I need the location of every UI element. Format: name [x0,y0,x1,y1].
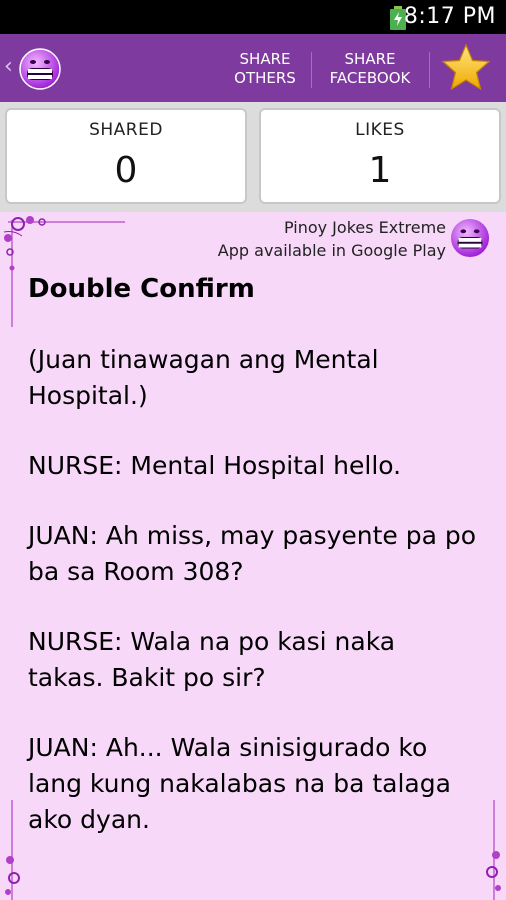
promo-line-2: App available in Google Play [217,241,446,260]
promo-line-1: Pinoy Jokes Extreme [283,218,446,237]
status-bar: 8:17 PM [0,0,506,34]
joke-paragraph: (Juan tinawagan ang Mental Hospital.) [28,345,379,410]
share-others-label-2: OTHERS [234,69,296,87]
share-facebook-button[interactable]: SHARE FACEBOOK [318,46,422,92]
grinning-face-icon [450,218,490,258]
floral-corner-decoration [486,800,501,900]
divider [311,52,312,88]
share-facebook-label-1: SHARE [344,50,396,68]
action-bar: ‹ SHARE OTHERS SHARE FACEBOOK [0,34,506,102]
joke-paragraph: NURSE: Mental Hospital hello. [28,451,402,480]
status-time: 8:17 PM [403,4,496,29]
share-facebook-label-2: FACEBOOK [329,69,411,87]
grinning-face-icon[interactable] [19,48,61,90]
joke-content[interactable]: Pinoy Jokes Extreme App available in Goo… [0,212,506,900]
joke-body: (Juan tinawagan ang Mental Hospital.) NU… [28,342,478,872]
joke-title: Double Confirm [28,274,255,304]
joke-paragraph: JUAN: Ah miss, may pasyente pa po ba sa … [28,521,477,586]
share-others-button[interactable]: SHARE OTHERS [226,46,304,92]
promo-text: Pinoy Jokes Extreme App available in Goo… [218,216,446,262]
chevron-left-icon[interactable]: ‹ [4,54,13,79]
shared-card: SHARED 0 [5,108,247,204]
likes-count: 1 [368,150,392,191]
shared-label: SHARED [89,120,163,140]
floral-corner-decoration [3,216,125,327]
likes-card[interactable]: LIKES 1 [259,108,501,204]
stats-panel: SHARED 0 LIKES 1 [0,102,506,212]
shared-count: 0 [114,150,138,191]
star-icon[interactable] [440,42,492,94]
joke-paragraph: NURSE: Wala na po kasi naka takas. Bakit… [28,627,396,692]
divider [429,52,430,88]
floral-corner-decoration [5,800,20,900]
share-others-label-1: SHARE [239,50,291,68]
joke-paragraph: JUAN: Ah... Wala sinisigurado ko lang ku… [28,733,451,834]
likes-label: LIKES [355,120,405,140]
